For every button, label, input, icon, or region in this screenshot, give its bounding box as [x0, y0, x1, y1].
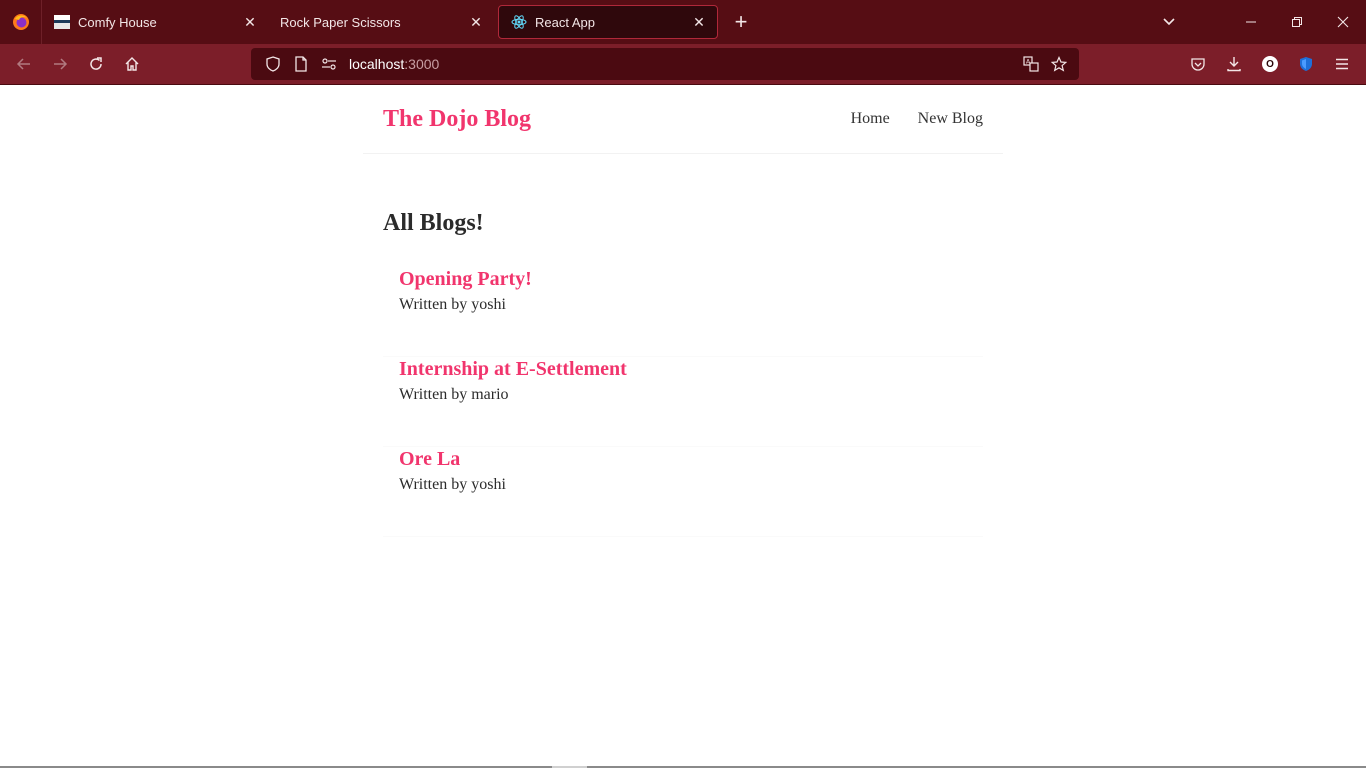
tab-rock-paper-scissors[interactable]: Rock Paper Scissors ✕: [268, 4, 494, 40]
close-window-button[interactable]: [1320, 0, 1366, 44]
home-icon[interactable]: [114, 48, 150, 80]
blog-title[interactable]: Ore La: [399, 447, 967, 471]
close-tab-icon[interactable]: ✕: [242, 14, 258, 30]
account-initial: O: [1262, 56, 1278, 72]
list-all-tabs-chevron-down-icon[interactable]: [1146, 0, 1192, 44]
back-arrow-icon[interactable]: [6, 48, 42, 80]
site-nav-links: Home New Blog: [823, 110, 983, 128]
tab-title: Comfy House: [78, 14, 157, 30]
url-text[interactable]: localhost:3000: [349, 56, 439, 72]
new-blog-link[interactable]: New Blog: [918, 110, 983, 128]
blog-author: Written by mario: [399, 386, 509, 403]
close-tab-icon[interactable]: ✕: [468, 14, 484, 30]
minimize-window-button[interactable]: [1228, 0, 1274, 44]
close-tab-icon[interactable]: ✕: [691, 14, 707, 30]
comfy-house-favicon-icon: [54, 14, 70, 30]
blog-preview[interactable]: Internship at E-Settlement Written by ma…: [383, 357, 983, 447]
blog-preview[interactable]: Opening Party! Written by yoshi: [383, 267, 983, 357]
tab-react-app[interactable]: React App ✕: [498, 5, 718, 39]
forward-arrow-icon[interactable]: [42, 48, 78, 80]
bookmark-star-icon[interactable]: [1045, 50, 1073, 78]
tab-bar: Comfy House ✕ Rock Paper Scissors ✕ Reac…: [0, 0, 1366, 44]
translate-icon[interactable]: A: [1017, 50, 1045, 78]
pocket-icon[interactable]: [1180, 48, 1216, 80]
blog-author: Written by yoshi: [399, 476, 506, 493]
tab-title: Rock Paper Scissors: [280, 14, 401, 30]
blog-title[interactable]: Opening Party!: [399, 267, 967, 291]
address-bar[interactable]: localhost:3000 A: [251, 48, 1079, 80]
blog-preview[interactable]: Ore La Written by yoshi: [383, 447, 983, 537]
navigation-toolbar: localhost:3000 A O: [0, 44, 1366, 85]
tab-title: React App: [535, 14, 595, 30]
blog-author: Written by yoshi: [399, 296, 506, 313]
tracking-protection-shield-icon[interactable]: [259, 50, 287, 78]
blog-list: Opening Party! Written by yoshi Internsh…: [383, 267, 983, 537]
home-link[interactable]: Home: [851, 110, 890, 128]
url-port: :3000: [404, 56, 440, 72]
page-info-icon[interactable]: [287, 50, 315, 78]
restore-window-button[interactable]: [1274, 0, 1320, 44]
hamburger-menu-icon[interactable]: [1324, 48, 1360, 80]
permissions-icon[interactable]: [315, 50, 343, 78]
blog-title[interactable]: Internship at E-Settlement: [399, 357, 967, 381]
page-heading: All Blogs!: [383, 210, 484, 236]
firefox-menu-icon[interactable]: [0, 0, 42, 44]
site-navbar: The Dojo Blog Home New Blog: [363, 85, 1003, 154]
downloads-icon[interactable]: [1216, 48, 1252, 80]
site-title: The Dojo Blog: [383, 105, 532, 132]
account-avatar[interactable]: O: [1252, 48, 1288, 80]
extension-shield-icon[interactable]: [1288, 48, 1324, 80]
tab-comfy-house[interactable]: Comfy House ✕: [42, 4, 268, 40]
react-favicon-icon: [511, 14, 527, 30]
new-tab-button[interactable]: +: [726, 7, 756, 37]
page-viewport: The Dojo Blog Home New Blog All Blogs! O…: [0, 85, 1366, 768]
reload-icon[interactable]: [78, 48, 114, 80]
main-content: All Blogs! Opening Party! Written by yos…: [383, 210, 983, 537]
url-host: localhost: [349, 56, 405, 72]
